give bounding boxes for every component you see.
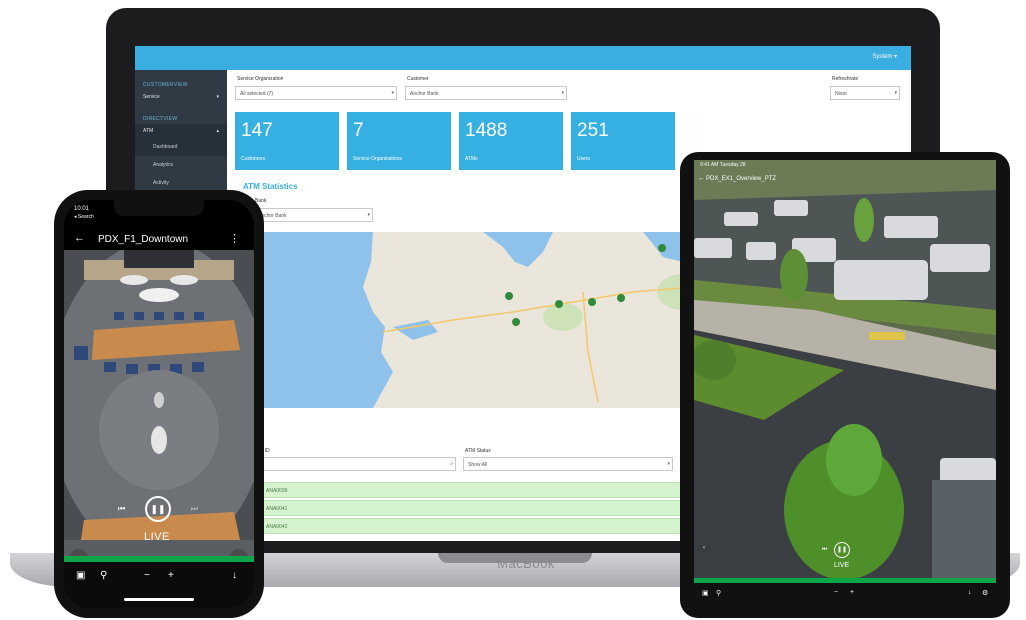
chevron-down-icon: ▾ [391, 90, 394, 96]
live-label: LIVE [144, 531, 170, 543]
sidebar-section-directview: DIRECTVIEW [143, 116, 178, 122]
more-vertical-icon[interactable]: ⋮ [229, 232, 240, 245]
sidebar-item-atm[interactable]: ATM ▴ [135, 124, 227, 138]
tile-label: ATMs [465, 156, 478, 162]
back-arrow-icon[interactable]: ← [74, 232, 85, 244]
chevron-down-icon: ▾ [367, 212, 370, 218]
customer-select[interactable]: Anchor Bank ▾ [405, 86, 567, 100]
atm-status-label: ATM Status [465, 448, 491, 454]
status-time: 10:01 [74, 206, 90, 212]
tile-label: Customers [241, 156, 266, 162]
phone-toolbar: ▣ ⚲ − + ↓ [64, 562, 254, 608]
live-label: LIVE [834, 562, 850, 569]
phone-header: ← PDX_F1_Downtown ⋮ [64, 228, 254, 250]
tile-users[interactable]: 251 Users [571, 112, 675, 170]
camera-title: PDX_F1_Downtown [98, 234, 189, 245]
tile-value: 1488 [465, 120, 508, 141]
microphone-icon[interactable]: ↓ [232, 570, 237, 581]
calendar-icon[interactable]: ▣ [702, 589, 709, 597]
sidebar-item-label: Service [143, 94, 160, 100]
person-icon[interactable]: ⚲ [100, 570, 107, 581]
status-back-app[interactable]: ◂ Search [74, 214, 94, 220]
product-showcase: System ▾ CUSTOMERVIEW Service ▾ DIRECTVI… [0, 0, 1026, 620]
settings-icon[interactable]: ⚙ [982, 589, 988, 597]
atm-status-value: Show All [468, 462, 488, 468]
microphone-icon[interactable]: ↓ [968, 589, 972, 596]
sidebar-item-service[interactable]: Service ▾ [135, 90, 227, 104]
service-org-label: Service Organization [237, 76, 284, 82]
zoom-in-icon[interactable]: + [850, 589, 854, 596]
pause-button[interactable]: ❚❚ [145, 496, 171, 522]
customer-value: Anchor Bank [410, 91, 439, 97]
sidebar-section-customerview: CUSTOMERVIEW [143, 82, 188, 88]
tile-label: Users [577, 156, 591, 162]
back-arrow-icon[interactable]: ← [698, 175, 705, 182]
atm-statistics-title: ATM Statistics [243, 182, 298, 191]
phone-screen: 10:01 ◂ Search ← PDX_F1_Downtown ⋮ ⏮ ❚❚ … [64, 200, 254, 608]
refresh-value: None [835, 91, 847, 97]
tile-service-organisations[interactable]: 7 Service Organisations [347, 112, 451, 170]
previous-icon[interactable]: ⏮ [822, 547, 827, 554]
zoom-out-icon[interactable]: − [144, 570, 150, 581]
sidebar-item-label: ATM [143, 128, 154, 134]
tile-value: 7 [353, 120, 364, 141]
atm-status-select[interactable]: Show All ▾ [463, 457, 673, 471]
tablet-screen: 9:41 AM Tuesday 28 ← PDX_EX1_Overview_PT… [694, 160, 996, 604]
pause-button[interactable]: ❚❚ [834, 542, 850, 558]
tile-atms[interactable]: 1488 ATMs [459, 112, 563, 170]
search-icon: ⌕ [450, 461, 453, 467]
playback-controls: ⏮ ❚❚ ⏭ [118, 496, 198, 522]
chevron-down-icon: ▾ [894, 90, 897, 96]
tablet-toolbar: ▣ ⚲ − + ↓ ⚙ [694, 583, 996, 604]
chevron-down-icon: ▾ [561, 90, 564, 96]
person-icon[interactable]: ⚲ [716, 589, 721, 597]
tile-customers[interactable]: 147 Customers [235, 112, 339, 170]
refresh-label: Refreshrate [832, 76, 859, 82]
laptop-brand-label: MacBook [497, 556, 555, 571]
chevron-left-icon[interactable]: ‹ [698, 542, 710, 554]
sidebar-item-dashboard[interactable]: Dashboard [135, 138, 227, 156]
customer-label: Customer [407, 76, 429, 82]
user-menu[interactable]: System ▾ [872, 53, 897, 60]
chevron-up-icon: ▴ [216, 128, 219, 134]
parking-lot-camera-feed [694, 160, 996, 604]
service-org-value: All selected (7) [240, 91, 274, 97]
phone-notch [114, 200, 204, 216]
status-bar: 9:41 AM Tuesday 28 [700, 162, 746, 168]
calendar-icon[interactable]: ▣ [76, 570, 85, 581]
zoom-out-icon[interactable]: − [834, 589, 838, 596]
playback-controls: ⏮ ❚❚ ⏭ [822, 542, 862, 558]
bank-select[interactable]: Anchor Bank ▾ [253, 208, 373, 222]
next-icon[interactable]: ⏭ [191, 504, 198, 514]
camera-title: PDX_EX1_Overview_PTZ [706, 176, 777, 182]
refresh-select[interactable]: None ▾ [830, 86, 900, 100]
zoom-in-icon[interactable]: + [168, 570, 174, 581]
sidebar-item-analytics[interactable]: Analytics [135, 156, 227, 174]
home-indicator[interactable] [124, 598, 194, 601]
chevron-down-icon: ▾ [667, 461, 670, 467]
tile-value: 251 [577, 120, 609, 141]
dashboard-top-bar: System ▾ [135, 46, 911, 70]
atm-id-input[interactable]: ⌕ [251, 457, 456, 471]
service-org-select[interactable]: All selected (7) ▾ [235, 86, 397, 100]
tile-label: Service Organisations [353, 156, 402, 162]
previous-icon[interactable]: ⏮ [118, 504, 125, 514]
tile-value: 147 [241, 120, 273, 141]
chevron-down-icon: ▾ [216, 94, 219, 100]
